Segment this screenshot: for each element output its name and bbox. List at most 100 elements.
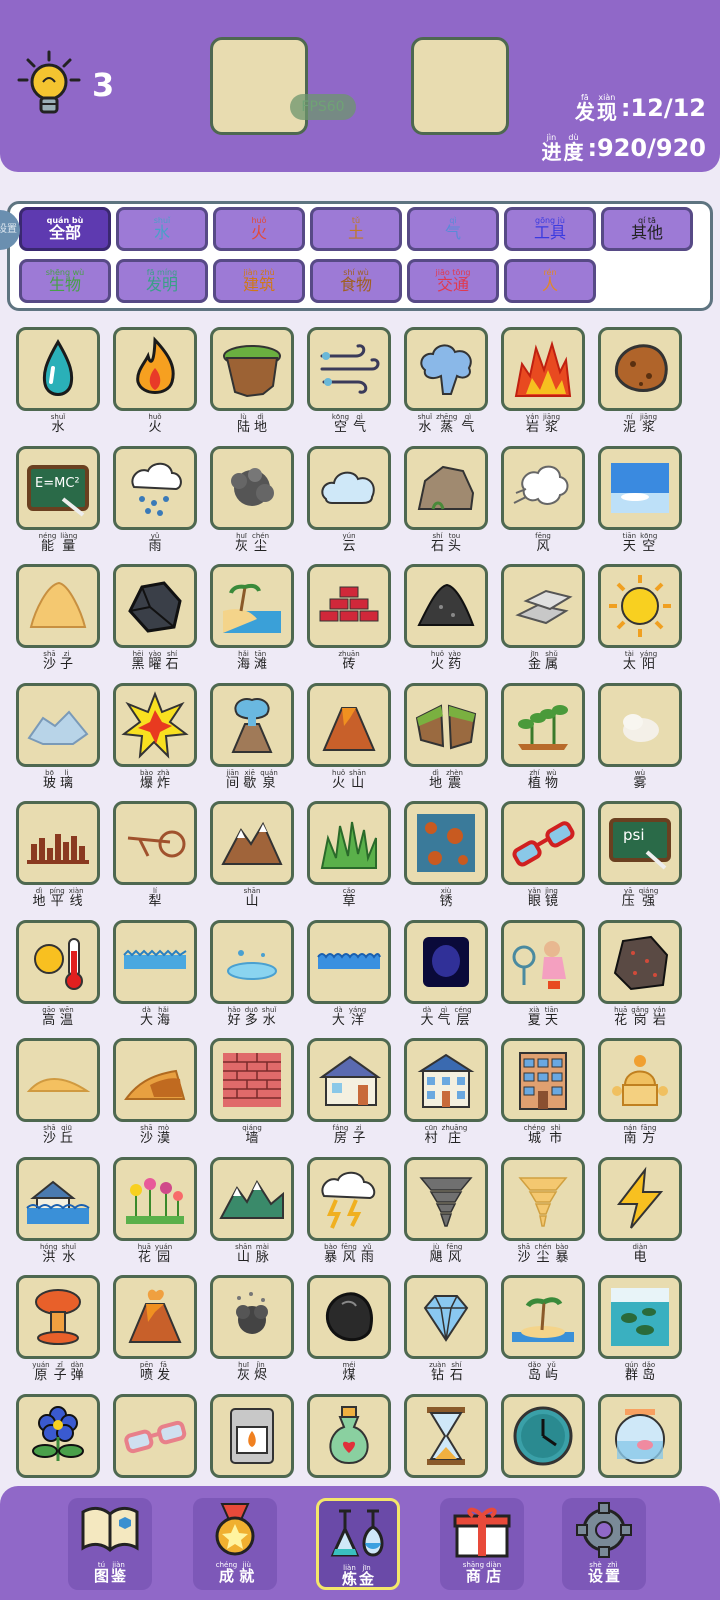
atmosphere-icon[interactable]: [404, 919, 488, 1004]
gunpowder-icon[interactable]: [404, 564, 488, 648]
fishbowl-icon[interactable]: [598, 1393, 682, 1478]
glasses-icon[interactable]: [501, 801, 585, 885]
puddle-icon[interactable]: [210, 919, 294, 1004]
horizon-icon[interactable]: [16, 801, 100, 885]
nav-medal[interactable]: chéng 成 jiù 就: [193, 1498, 277, 1590]
element-card[interactable]: psi yā 压 qiáng 强: [598, 801, 682, 913]
air-icon[interactable]: [307, 327, 391, 411]
flood-icon[interactable]: [16, 1156, 100, 1241]
category-tab[interactable]: shí wù 食物: [310, 259, 402, 303]
element-card[interactable]: dà 大 qì 气 céng 层: [404, 919, 488, 1032]
village-icon[interactable]: [404, 1038, 488, 1122]
element-card[interactable]: dì 地 zhèn 震: [404, 682, 488, 795]
eruption-icon[interactable]: [113, 1275, 197, 1359]
garden-icon[interactable]: [113, 1156, 197, 1241]
explosion-icon[interactable]: [113, 682, 197, 767]
element-card[interactable]: huǒ 火 yào 药: [404, 564, 488, 676]
storm-icon[interactable]: [307, 1156, 391, 1241]
element-card[interactable]: hǎo 好 duō 多 shuǐ 水: [210, 919, 294, 1032]
category-tab[interactable]: rén 人: [504, 259, 596, 303]
element-card[interactable]: jīn 金 shǔ 属: [501, 564, 585, 676]
wall-icon[interactable]: [210, 1038, 294, 1122]
element-card[interactable]: zuàn 钻 shí 石: [404, 1275, 488, 1387]
sunglasses-icon[interactable]: [113, 1393, 197, 1478]
element-card[interactable]: hēi 黑 yào 曜 shí 石: [113, 564, 197, 676]
element-card[interactable]: nán 南 fāng 方: [598, 1038, 682, 1150]
element-card[interactable]: pēn 喷 fā 发: [113, 1275, 197, 1387]
water-drop-icon[interactable]: [16, 327, 100, 411]
sun-icon[interactable]: [598, 564, 682, 648]
element-card[interactable]: shān 山 mài 脉: [210, 1156, 294, 1269]
glass-icon[interactable]: [16, 682, 100, 767]
element-card[interactable]: xiù 锈: [404, 801, 488, 913]
category-tab[interactable]: fā míng 发明: [116, 259, 208, 303]
category-tab[interactable]: gōng jù 工具: [504, 207, 596, 251]
tornado-icon[interactable]: [404, 1156, 488, 1241]
element-card[interactable]: huǒ 火 shān 山: [307, 682, 391, 795]
dust-icon[interactable]: [210, 445, 294, 530]
element-card[interactable]: kōng 空 qì 气: [307, 327, 391, 439]
stone-icon[interactable]: [404, 445, 488, 530]
potion-icon[interactable]: [307, 1393, 391, 1478]
beach-icon[interactable]: [210, 564, 294, 648]
element-card[interactable]: yuán 原 zǐ 子 dàn 弹: [16, 1275, 100, 1387]
element-card[interactable]: yún 云: [307, 445, 391, 558]
city-icon[interactable]: [501, 1038, 585, 1122]
element-card[interactable]: dì 地 píng 平 xiàn 线: [16, 801, 100, 913]
brick-icon[interactable]: [307, 564, 391, 648]
element-card[interactable]: jiān 间 xiē 歇 quán 泉: [210, 682, 294, 795]
element-card[interactable]: shā 沙 mò 漠: [113, 1038, 197, 1150]
lava-icon[interactable]: [501, 327, 585, 411]
element-card[interactable]: zhí 植 wù 物: [501, 682, 585, 795]
fog-icon[interactable]: [598, 682, 682, 767]
category-tab[interactable]: shuǐ 水: [116, 207, 208, 251]
volcano-icon[interactable]: [307, 682, 391, 767]
clock-icon[interactable]: [501, 1393, 585, 1478]
element-card[interactable]: cūn 村 zhuāng 庄: [404, 1038, 488, 1150]
element-card[interactable]: yǎn 眼 jìng 镜: [501, 801, 585, 913]
element-card[interactable]: qún 群 dǎo 岛: [598, 1275, 682, 1387]
element-card[interactable]: lí 犁: [113, 801, 197, 913]
fire-icon[interactable]: [113, 327, 197, 411]
element-card[interactable]: huā 花 yuán 园: [113, 1156, 197, 1269]
sandstorm-icon[interactable]: [501, 1156, 585, 1241]
electricity-icon[interactable]: [598, 1156, 682, 1241]
element-card[interactable]: tài 太 yáng 阳: [598, 564, 682, 676]
nav-gear[interactable]: shè 设 zhì 置: [562, 1498, 646, 1590]
element-card[interactable]: yǔ 雨: [113, 445, 197, 558]
house-icon[interactable]: [307, 1038, 391, 1122]
oven-icon[interactable]: [210, 1393, 294, 1478]
category-tab[interactable]: shēng wù 生物: [19, 259, 111, 303]
island-icon[interactable]: [501, 1275, 585, 1359]
steam-icon[interactable]: [404, 327, 488, 411]
summer-icon[interactable]: [501, 919, 585, 1004]
mountain-icon[interactable]: [210, 801, 294, 885]
obsidian-icon[interactable]: [113, 564, 197, 648]
element-card[interactable]: dà 大 yáng 洋: [307, 919, 391, 1032]
element-card[interactable]: hóng 洪 shuǐ 水: [16, 1156, 100, 1269]
combine-slot-right[interactable]: [411, 37, 509, 135]
plant-icon[interactable]: [501, 682, 585, 767]
hourglass-icon[interactable]: [404, 1393, 488, 1478]
land-icon[interactable]: [210, 327, 294, 411]
element-card[interactable]: cǎo 草: [307, 801, 391, 913]
sand-icon[interactable]: [16, 564, 100, 648]
category-tab[interactable]: tǔ 土: [310, 207, 402, 251]
south-icon[interactable]: [598, 1038, 682, 1122]
granite-icon[interactable]: [598, 919, 682, 1004]
ocean-icon[interactable]: [307, 919, 391, 1004]
category-tab[interactable]: huǒ 火: [213, 207, 305, 251]
nav-gift[interactable]: shāng 商 diàn 店: [440, 1498, 524, 1590]
flower-icon[interactable]: [16, 1393, 100, 1478]
category-tab[interactable]: qí tā 其他: [601, 207, 693, 251]
pressure-icon[interactable]: psi: [598, 801, 682, 885]
nav-book[interactable]: tú 图 jiàn 鉴: [68, 1498, 152, 1590]
geyser-icon[interactable]: [210, 682, 294, 767]
metal-icon[interactable]: [501, 564, 585, 648]
combine-slot-left[interactable]: [210, 37, 308, 135]
element-card[interactable]: dǎo 岛 yǔ 屿: [501, 1275, 585, 1387]
category-tab[interactable]: quán bù 全部: [19, 207, 111, 251]
element-card[interactable]: huǒ 火: [113, 327, 197, 439]
element-card[interactable]: bō 玻 li 璃: [16, 682, 100, 795]
grass-icon[interactable]: [307, 801, 391, 885]
